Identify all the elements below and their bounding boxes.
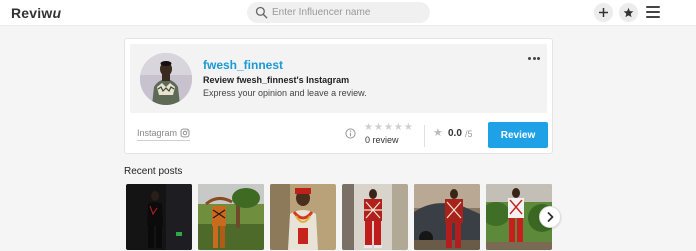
rating-star-icon: ★ bbox=[393, 122, 403, 133]
add-button[interactable] bbox=[594, 3, 613, 22]
favorites-button[interactable] bbox=[619, 3, 638, 22]
carousel-next-button[interactable] bbox=[539, 206, 561, 228]
plus-icon bbox=[599, 8, 608, 17]
post-thumbnail[interactable] bbox=[198, 184, 264, 250]
hamburger-menu-icon[interactable] bbox=[645, 5, 661, 19]
recent-posts-title: Recent posts bbox=[124, 166, 183, 177]
top-navigation-bar: Reviwu bbox=[0, 0, 696, 26]
star-icon bbox=[623, 7, 634, 18]
instagram-icon bbox=[180, 128, 190, 138]
score-max: /5 bbox=[465, 129, 473, 139]
rating-star-icon: ★ bbox=[403, 122, 413, 133]
logo-text: Reviw bbox=[11, 5, 53, 21]
platform-label: Instagram bbox=[137, 128, 178, 138]
review-heading: Review fwesh_finnest's Instagram bbox=[203, 75, 350, 85]
post-thumbnail[interactable] bbox=[270, 184, 336, 250]
review-count: 0 review bbox=[365, 135, 399, 145]
more-options-icon[interactable] bbox=[528, 57, 540, 60]
post-thumbnail[interactable] bbox=[342, 184, 408, 250]
logo-text-italic: u bbox=[52, 5, 62, 21]
review-button[interactable]: Review bbox=[488, 122, 548, 148]
app-logo[interactable]: Reviwu bbox=[11, 5, 61, 21]
post-thumbnail[interactable] bbox=[414, 184, 480, 250]
review-description: Express your opinion and leave a review. bbox=[203, 88, 367, 98]
influencer-card-header: fwesh_finnest Review fwesh_finnest's Ins… bbox=[130, 44, 547, 113]
influencer-name-link[interactable]: fwesh_finnest bbox=[203, 58, 283, 72]
chevron-right-icon bbox=[547, 212, 553, 222]
star-rating: ★ ★ ★ ★ ★ bbox=[364, 123, 413, 133]
average-score: 0.0 bbox=[448, 128, 462, 139]
influencer-card: fwesh_finnest Review fwesh_finnest's Ins… bbox=[124, 38, 553, 154]
search-bar[interactable] bbox=[247, 2, 430, 23]
post-thumbnail[interactable] bbox=[126, 184, 192, 250]
divider bbox=[424, 125, 425, 147]
rating-star-icon: ★ bbox=[373, 122, 383, 133]
score-star-icon: ★ bbox=[433, 127, 443, 139]
search-input[interactable] bbox=[272, 4, 424, 21]
avatar[interactable] bbox=[140, 53, 192, 105]
platform-link[interactable]: Instagram bbox=[137, 128, 191, 141]
search-icon bbox=[255, 6, 268, 19]
info-icon[interactable] bbox=[345, 128, 356, 139]
rating-star-icon: ★ bbox=[383, 122, 393, 133]
rating-star-icon: ★ bbox=[364, 122, 373, 133]
